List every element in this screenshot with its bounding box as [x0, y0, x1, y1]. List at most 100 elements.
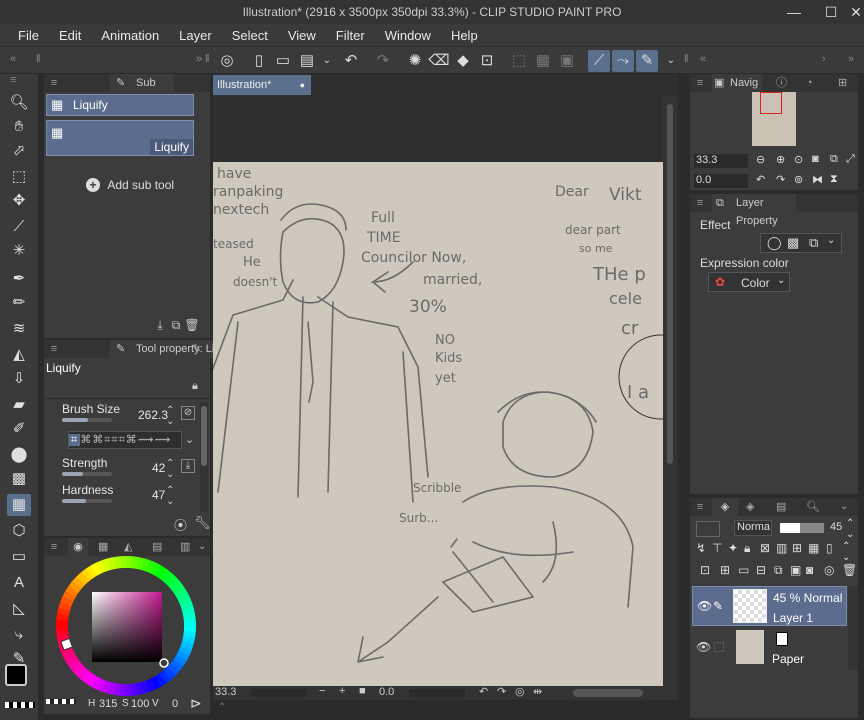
navigator-preview[interactable] [752, 92, 796, 146]
save-icon[interactable]: ▤ [296, 50, 318, 72]
visibility-eye-icon[interactable]: 👁︎ [696, 640, 711, 654]
rotate-left-icon[interactable]: ↶ [479, 685, 488, 698]
subview-tab-icon[interactable]: ⓘ [776, 74, 787, 92]
panel-menu-icon[interactable]: ≡ [44, 74, 64, 92]
navigator-viewport-frame[interactable] [760, 92, 782, 114]
blend-tool-icon[interactable]: ⬤ [7, 444, 31, 466]
collapse-left-icon[interactable]: « [700, 53, 706, 65]
reset-icon[interactable]: ⦿ [174, 515, 187, 534]
eraser-tool-icon[interactable]: ▰ [7, 394, 31, 416]
hand-tool-icon[interactable]: ✋︎ [7, 116, 31, 138]
liquify-tool-icon[interactable]: ▦ [7, 494, 31, 516]
ruler-icon[interactable]: ⊞ [792, 541, 802, 555]
document-tab[interactable]: Illustration* ● [213, 75, 311, 95]
color-slider-tab-icon[interactable]: ▦ [98, 538, 108, 556]
panel-menu-icon[interactable]: ≡ [690, 74, 710, 92]
menu-window[interactable]: Window [375, 28, 441, 43]
decoration-tool-icon[interactable]: ✐ [7, 418, 31, 440]
color-wheel-tab-icon[interactable]: ◉ [68, 538, 88, 556]
main-color-swatch[interactable] [5, 664, 27, 686]
lock-icon[interactable]: 🔒︎ [192, 380, 198, 393]
panel-dropdown-icon[interactable]: ⌄ [198, 538, 206, 556]
lock-icon[interactable]: 🔒︎ [744, 541, 750, 556]
strength-value[interactable]: 42 [152, 461, 165, 475]
hardness-slider[interactable] [62, 499, 112, 503]
brush-size-slider[interactable] [62, 418, 112, 422]
toolproperty-scrollbar[interactable] [200, 402, 208, 512]
strength-slider[interactable] [62, 472, 112, 476]
delete-layer-icon[interactable]: 🗑︎ [842, 563, 857, 577]
transparent-color-icon[interactable] [5, 702, 35, 708]
layer-color-box[interactable] [696, 521, 720, 537]
pen-pressure-icon[interactable]: ⤳ [612, 50, 634, 72]
play-icon[interactable]: ⊳ [190, 695, 202, 712]
redo-icon[interactable]: ↷ [372, 50, 394, 72]
pressure-icon[interactable]: ⊘ [181, 406, 195, 420]
toolbar-dropdown-icon[interactable]: ⌄ [660, 50, 682, 72]
figure-tool-icon[interactable]: ⬡ [7, 520, 31, 542]
mask-add-icon[interactable]: ▣ [790, 563, 801, 577]
toolproperty-tab[interactable]: ✎ Tool property: Liqui [110, 340, 226, 358]
actual-size-icon[interactable]: ⊙ [794, 153, 803, 166]
pen-settings-icon[interactable]: ✎ [192, 340, 201, 358]
correct-line-icon[interactable]: ⤷ [7, 624, 31, 646]
transform-icon[interactable]: ⊡ [476, 50, 498, 72]
mode-dropdown-icon[interactable]: ⌄ [185, 433, 194, 446]
clip-icon[interactable]: ↯ [696, 541, 706, 555]
subtool-item-liquify[interactable]: ▦ Liquify [46, 94, 194, 116]
brush-tool-icon[interactable]: ≋ [7, 318, 31, 340]
color-wheel[interactable] [56, 556, 196, 696]
expression-color-select[interactable]: ✿ Color ⌄ [708, 272, 790, 292]
fill-tool-icon[interactable]: ◭ [7, 344, 31, 366]
layer-row[interactable]: 👁︎ ✎ 45 % Normal Layer 1 [692, 586, 847, 626]
opacity-slider[interactable] [780, 523, 824, 533]
minimize-button[interactable]: — [781, 0, 807, 24]
border-effect-icon[interactable]: ◯ [767, 235, 782, 251]
subtool-tab[interactable]: ✎ Sub Tool [110, 74, 174, 107]
text-tool-icon[interactable]: A [7, 572, 31, 594]
flip-vertical-icon[interactable]: ⧗ [830, 173, 838, 186]
airbrush-tool-icon[interactable]: ⇩ [7, 368, 31, 390]
zoom-tool-icon[interactable]: 🔍︎ [7, 92, 31, 114]
animation-tab-icon[interactable]: ▤ [776, 498, 786, 516]
undo-icon[interactable]: ↶ [340, 50, 362, 72]
wrench-icon[interactable]: 🔧︎ [194, 515, 211, 531]
panel-menu-icon[interactable]: ≡ [690, 194, 710, 212]
opacity-value[interactable]: 45 [830, 521, 842, 533]
transfer-down-icon[interactable]: ⊟ [756, 563, 766, 577]
collapse-left-icon[interactable]: « [10, 53, 16, 65]
reset-rotation-icon[interactable]: ◎ [515, 685, 525, 698]
invert-selection-icon[interactable]: ▦ [532, 50, 554, 72]
effect-dropdown-icon[interactable]: ⌄ [827, 235, 835, 246]
val-value[interactable]: 0 [172, 698, 178, 710]
new-raster-layer-icon[interactable]: ⊡ [700, 563, 710, 577]
fit-window-icon[interactable]: ⧉ [830, 153, 838, 166]
rotate-right-icon[interactable]: ↷ [776, 173, 785, 186]
color-set-tab-icon[interactable]: ◭ [124, 538, 132, 556]
selection-tool-icon[interactable]: ⬚ [7, 166, 31, 188]
zoom-in-icon[interactable]: + [339, 685, 345, 697]
rotate-left-icon[interactable]: ↶ [756, 173, 765, 186]
camera-icon[interactable]: ◎ [824, 563, 834, 577]
hardness-value[interactable]: 47 [152, 488, 165, 502]
navigator-tab[interactable]: ▣ Navig [712, 74, 762, 92]
menu-edit[interactable]: Edit [49, 28, 91, 43]
save-dropdown-icon[interactable]: ⌄ [316, 50, 338, 72]
menu-select[interactable]: Select [222, 28, 278, 43]
close-button[interactable]: ✕ [843, 0, 864, 24]
info-tab-icon[interactable]: ◔ [806, 74, 813, 92]
canvas-vertical-scrollbar[interactable] [663, 96, 677, 686]
fill-icon[interactable]: ◆ [452, 50, 474, 72]
fill-window-icon[interactable]: ⤢ [846, 153, 855, 166]
duplicate-icon[interactable]: ⧉ [168, 318, 184, 333]
close-tab-icon[interactable]: ● [300, 75, 305, 95]
pressure-icon[interactable]: ⤓ [181, 459, 195, 473]
stabilizer-icon[interactable]: ⟋ [588, 50, 610, 72]
edit-pen-icon[interactable]: ✎ [713, 599, 723, 613]
menu-file[interactable]: File [8, 28, 49, 43]
fit-icon[interactable]: ■ [359, 685, 366, 697]
stepper-icon[interactable]: ⌃ ⌄ [166, 405, 174, 427]
expand-icon[interactable]: ⌃ [218, 702, 226, 713]
canvas-paper[interactable]: have ranpaking nextech teased He doesn't… [213, 162, 663, 686]
auto-select-icon[interactable]: ✳ [7, 240, 31, 262]
